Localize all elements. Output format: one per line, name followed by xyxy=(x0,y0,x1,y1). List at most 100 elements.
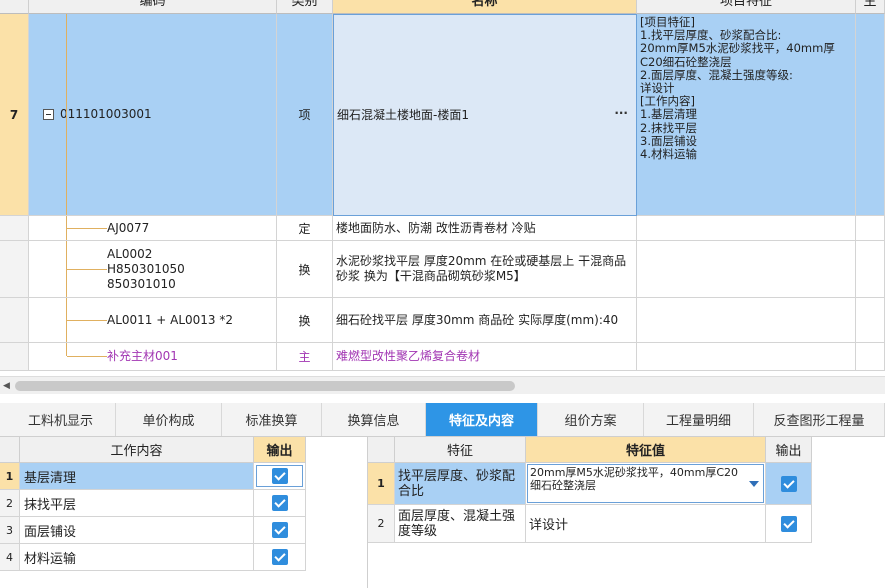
name-cell[interactable]: 难燃型改性聚乙烯复合卷材 xyxy=(333,343,637,371)
name-cell[interactable]: 水泥砂浆找平层 厚度20mm 在砼或硬基层上 干混商品砂浆 换为【干混商品砌筑砂… xyxy=(333,241,637,298)
chevron-down-icon[interactable] xyxy=(749,480,759,487)
code-cell[interactable]: 011101003001 xyxy=(29,14,277,216)
work-content-cell[interactable]: 抹找平层 xyxy=(20,490,254,517)
feature-cell[interactable] xyxy=(637,216,856,241)
header-extra-label: 主 xyxy=(863,0,877,9)
header-feature[interactable]: 特征 xyxy=(395,437,526,463)
header-row-number xyxy=(0,0,29,14)
tab-pricing-scheme[interactable]: 组价方案 xyxy=(538,403,644,436)
extra-cell[interactable] xyxy=(856,216,885,241)
tab-unit-price[interactable]: 单价构成 xyxy=(116,403,222,436)
quota-code: AL0002 H850301050 850301010 xyxy=(107,246,185,291)
header-extra[interactable]: 主 xyxy=(856,0,885,14)
tab-feature-content[interactable]: 特征及内容 xyxy=(426,403,538,436)
table-row[interactable]: AJ0077 定 楼地面防水、防潮 改性沥青卷材 冷贴 xyxy=(0,216,885,241)
name-cell[interactable]: 细石砼找平层 厚度30mm 商品砼 实际厚度(mm):40 xyxy=(333,298,637,343)
header-output[interactable]: 输出 xyxy=(254,437,306,463)
feature-name-cell[interactable]: 面层厚度、混凝土强度等级 xyxy=(395,505,526,543)
feature-cell[interactable] xyxy=(637,241,856,298)
more-options-icon[interactable]: ··· xyxy=(614,106,628,120)
feature-value-input[interactable]: 20mm厚M5水泥砂浆找平，40mm厚C20细石砼整浇层 xyxy=(527,464,764,503)
kind-cell: 项 xyxy=(277,14,333,216)
feature-cell[interactable] xyxy=(637,298,856,343)
output-cell[interactable] xyxy=(254,517,306,544)
code-cell[interactable]: AL0002 H850301050 850301010 xyxy=(29,241,277,298)
output-cell[interactable] xyxy=(766,463,812,505)
work-content-cell[interactable]: 材料运输 xyxy=(20,544,254,571)
output-checkbox[interactable] xyxy=(780,515,797,532)
header-code-label: 编码 xyxy=(139,0,166,9)
header-row-number xyxy=(368,437,395,463)
table-row-7[interactable]: 7 011101003001 项 细石混凝土楼地面-楼面1 ··· [项目特征]… xyxy=(0,14,885,216)
row-number: 2 xyxy=(0,490,20,517)
output-checkbox[interactable] xyxy=(271,468,288,484)
header-feature-value[interactable]: 特征值 xyxy=(526,437,766,463)
work-content-cell[interactable]: 基层清理 xyxy=(20,463,254,490)
header-kind[interactable]: 类别 xyxy=(277,0,333,14)
list-item[interactable]: 3 面层铺设 xyxy=(0,517,306,544)
horizontal-scrollbar[interactable]: ◀ xyxy=(0,376,885,394)
extra-cell[interactable] xyxy=(856,298,885,343)
tab-material-display[interactable]: 工料机显示 xyxy=(6,403,116,436)
feature-cell[interactable]: [项目特征] 1.找平层厚度、砂浆配合比: 20mm厚M5水泥砂浆找平，40mm… xyxy=(637,14,856,216)
feature-name-cell[interactable]: 找平层厚度、砂浆配合比 xyxy=(395,463,526,505)
work-content-cell[interactable]: 面层铺设 xyxy=(20,517,254,544)
feature-line: C20细石砼整浇层 xyxy=(640,54,732,69)
list-item[interactable]: 2 抹找平层 xyxy=(0,490,306,517)
list-item[interactable]: 4 材料运输 xyxy=(0,544,306,571)
row-number: 4 xyxy=(0,544,20,571)
kind-cell: 换 xyxy=(277,298,333,343)
tab-graphic-quantity[interactable]: 反查图形工程量 xyxy=(754,403,885,436)
feature-line: 20mm厚M5水泥砂浆找平，40mm厚 xyxy=(640,41,835,56)
scroll-left-icon[interactable]: ◀ xyxy=(3,381,10,391)
code-cell[interactable]: 补充主材001 xyxy=(29,343,277,371)
feature-value-cell[interactable]: 20mm厚M5水泥砂浆找平，40mm厚C20细石砼整浇层 xyxy=(526,463,766,505)
scrollbar-thumb[interactable] xyxy=(15,381,515,391)
list-item[interactable]: 2 面层厚度、混凝土强度等级 详设计 xyxy=(368,505,812,543)
kind-cell: 定 xyxy=(277,216,333,241)
list-item[interactable]: 1 基层清理 xyxy=(0,463,306,490)
feature-cell[interactable] xyxy=(637,343,856,371)
name-cell-editing[interactable]: 细石混凝土楼地面-楼面1 ··· xyxy=(333,14,637,216)
tab-conversion-info[interactable]: 换算信息 xyxy=(322,403,426,436)
output-cell[interactable] xyxy=(254,490,306,517)
row-number xyxy=(0,343,29,371)
collapse-icon[interactable] xyxy=(43,109,54,120)
output-checkbox[interactable] xyxy=(271,522,288,538)
output-cell[interactable] xyxy=(254,463,306,490)
tab-standard-conversion[interactable]: 标准换算 xyxy=(222,403,322,436)
list-item[interactable]: 1 找平层厚度、砂浆配合比 20mm厚M5水泥砂浆找平，40mm厚C20细石砼整… xyxy=(368,463,812,505)
extra-cell[interactable] xyxy=(856,343,885,371)
output-checkbox[interactable] xyxy=(271,495,288,511)
material-code: 补充主材001 xyxy=(107,349,178,363)
table-row[interactable]: 补充主材001 主 难燃型改性聚乙烯复合卷材 xyxy=(0,343,885,371)
header-feature[interactable]: 项目特征 xyxy=(637,0,856,14)
quota-name: 楼地面防水、防潮 改性沥青卷材 冷贴 xyxy=(336,220,536,235)
tree-branch xyxy=(67,269,107,270)
tree-branch xyxy=(67,356,107,357)
feature-line: 4.材料运输 xyxy=(640,147,697,162)
row-number xyxy=(0,216,29,241)
code-cell[interactable]: AL0011 + AL0013 *2 xyxy=(29,298,277,343)
header-name[interactable]: 名称 xyxy=(333,0,637,14)
name-cell[interactable]: 楼地面防水、防潮 改性沥青卷材 冷贴 xyxy=(333,216,637,241)
row-number: 1 xyxy=(0,463,20,490)
table-row[interactable]: AL0002 H850301050 850301010 换 水泥砂浆找平层 厚度… xyxy=(0,241,885,298)
table-row[interactable]: AL0011 + AL0013 *2 换 细石砼找平层 厚度30mm 商品砼 实… xyxy=(0,298,885,343)
feature-value-cell[interactable]: 详设计 xyxy=(526,505,766,543)
extra-cell[interactable] xyxy=(856,241,885,298)
tab-quantity-detail[interactable]: 工程量明细 xyxy=(644,403,754,436)
output-checkbox[interactable] xyxy=(271,549,288,565)
extra-cell[interactable] xyxy=(856,14,885,216)
feature-line: 1.基层清理 xyxy=(640,107,697,122)
code-cell[interactable]: AJ0077 xyxy=(29,216,277,241)
item-name: 细石混凝土楼地面-楼面1 xyxy=(337,107,469,122)
header-output[interactable]: 输出 xyxy=(766,437,812,463)
output-checkbox[interactable] xyxy=(780,475,797,492)
output-cell[interactable] xyxy=(766,505,812,543)
output-cell[interactable] xyxy=(254,544,306,571)
kind-cell: 主 xyxy=(277,343,333,371)
header-code[interactable]: 编码 xyxy=(29,0,277,14)
kind-cell: 换 xyxy=(277,241,333,298)
header-work-content[interactable]: 工作内容 xyxy=(20,437,254,463)
